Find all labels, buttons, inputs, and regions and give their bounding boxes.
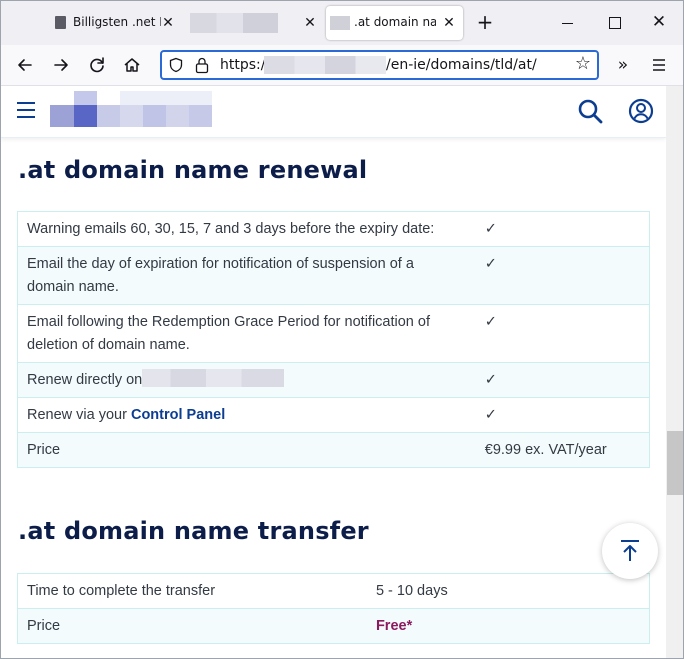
url-path: /en-ie/domains/tld/at/ bbox=[386, 57, 537, 73]
table-row: Price €9.99 ex. VAT/year bbox=[16, 432, 650, 468]
site-logo[interactable] bbox=[50, 91, 218, 129]
table-row: Warning emails 60, 30, 15, 7 and 3 days … bbox=[16, 211, 650, 247]
table-row: Email following the Redemption Grace Per… bbox=[16, 304, 650, 363]
row-check: ✓ bbox=[466, 246, 650, 305]
back-to-top-button[interactable] bbox=[602, 523, 658, 579]
overflow-menu-button[interactable]: » bbox=[612, 54, 634, 76]
page-content: .at domain name renewal Warning emails 6… bbox=[0, 86, 666, 659]
table-row: Email the day of expiration for notifica… bbox=[16, 246, 650, 305]
account-icon[interactable] bbox=[628, 98, 654, 124]
renewal-table: Warning emails 60, 30, 15, 7 and 3 days … bbox=[16, 211, 650, 468]
tab-blurred[interactable]: ✕ bbox=[182, 6, 324, 40]
row-check: ✓ bbox=[466, 211, 650, 247]
url-scheme: https:// bbox=[220, 57, 271, 73]
row-label: Renew via your Control Panel bbox=[16, 397, 467, 433]
shield-icon[interactable] bbox=[168, 57, 184, 73]
tab-strip: Billigsten .net Do ✕ ✕ .at domain nam ✕ … bbox=[0, 0, 684, 45]
arrow-right-icon bbox=[54, 59, 68, 71]
close-icon[interactable]: ✕ bbox=[441, 15, 457, 31]
scrollbar-thumb[interactable] bbox=[667, 431, 683, 495]
home-icon bbox=[124, 58, 140, 72]
row-check: ✓ bbox=[466, 397, 650, 433]
arrow-up-to-top-icon bbox=[621, 540, 639, 561]
tab-billigsten[interactable]: Billigsten .net Do ✕ bbox=[46, 6, 182, 40]
site-header bbox=[0, 86, 666, 138]
tab-active[interactable]: .at domain nam ✕ bbox=[326, 6, 463, 40]
row-label: Email the day of expiration for notifica… bbox=[16, 246, 467, 305]
home-button[interactable] bbox=[121, 54, 143, 76]
tab-title: Billigsten .net Do bbox=[73, 15, 161, 29]
url-bar[interactable]: https:// /en-ie/domains/tld/at/ ☆ bbox=[160, 50, 599, 80]
transfer-time: 5 - 10 days bbox=[367, 573, 650, 609]
row-label: Price bbox=[16, 608, 368, 644]
row-label: Email following the Redemption Grace Per… bbox=[16, 304, 467, 363]
lock-icon[interactable] bbox=[194, 56, 210, 74]
transfer-price: Free* bbox=[367, 608, 650, 644]
table-row: Renew directly on ✓ bbox=[16, 362, 650, 398]
maximize-button[interactable] bbox=[604, 12, 624, 32]
new-tab-button[interactable]: + bbox=[476, 12, 494, 32]
tab-title: .at domain nam bbox=[354, 15, 436, 29]
back-button[interactable] bbox=[14, 54, 36, 76]
row-label: Warning emails 60, 30, 15, 7 and 3 days … bbox=[16, 211, 467, 247]
search-icon[interactable] bbox=[577, 98, 603, 124]
row-check: ✓ bbox=[466, 304, 650, 363]
hamburger-menu-icon bbox=[653, 59, 665, 71]
renewal-heading: .at domain name renewal bbox=[18, 156, 368, 184]
site-favicon-icon bbox=[330, 16, 350, 30]
minimize-button[interactable] bbox=[558, 12, 578, 32]
redacted-url-host bbox=[264, 56, 386, 74]
close-icon[interactable]: ✕ bbox=[302, 15, 318, 31]
document-icon bbox=[55, 16, 66, 29]
navigation-toolbar: https:// /en-ie/domains/tld/at/ ☆ » bbox=[0, 45, 684, 86]
bookmark-star-icon[interactable]: ☆ bbox=[573, 54, 593, 74]
control-panel-link[interactable]: Control Panel bbox=[131, 407, 225, 423]
transfer-heading: .at domain name transfer bbox=[18, 517, 369, 545]
row-label: Renew directly on bbox=[16, 362, 467, 398]
renewal-price: €9.99 ex. VAT/year bbox=[466, 432, 650, 468]
row-label: Price bbox=[16, 432, 467, 468]
window-close-button[interactable]: ✕ bbox=[649, 12, 669, 32]
arrow-left-icon bbox=[18, 59, 32, 71]
row-label-text: Renew via your bbox=[27, 407, 127, 423]
reload-button[interactable] bbox=[86, 54, 108, 76]
close-icon[interactable]: ✕ bbox=[160, 15, 176, 31]
row-label: Time to complete the transfer bbox=[16, 573, 368, 609]
table-row: Renew via your Control Panel ✓ bbox=[16, 397, 650, 433]
row-check: ✓ bbox=[466, 362, 650, 398]
redacted-site-name bbox=[142, 369, 285, 387]
app-menu-button[interactable] bbox=[648, 54, 670, 76]
redacted-tab-title bbox=[190, 13, 278, 33]
transfer-table: Time to complete the transfer 5 - 10 day… bbox=[16, 573, 650, 644]
scrollbar-track[interactable] bbox=[666, 86, 684, 659]
table-row: Time to complete the transfer 5 - 10 day… bbox=[16, 573, 650, 609]
reload-icon bbox=[90, 57, 104, 73]
row-label-text: Renew directly on bbox=[27, 372, 143, 388]
table-row: Price Free* bbox=[16, 608, 650, 644]
forward-button[interactable] bbox=[50, 54, 72, 76]
site-menu-icon[interactable] bbox=[17, 102, 35, 118]
